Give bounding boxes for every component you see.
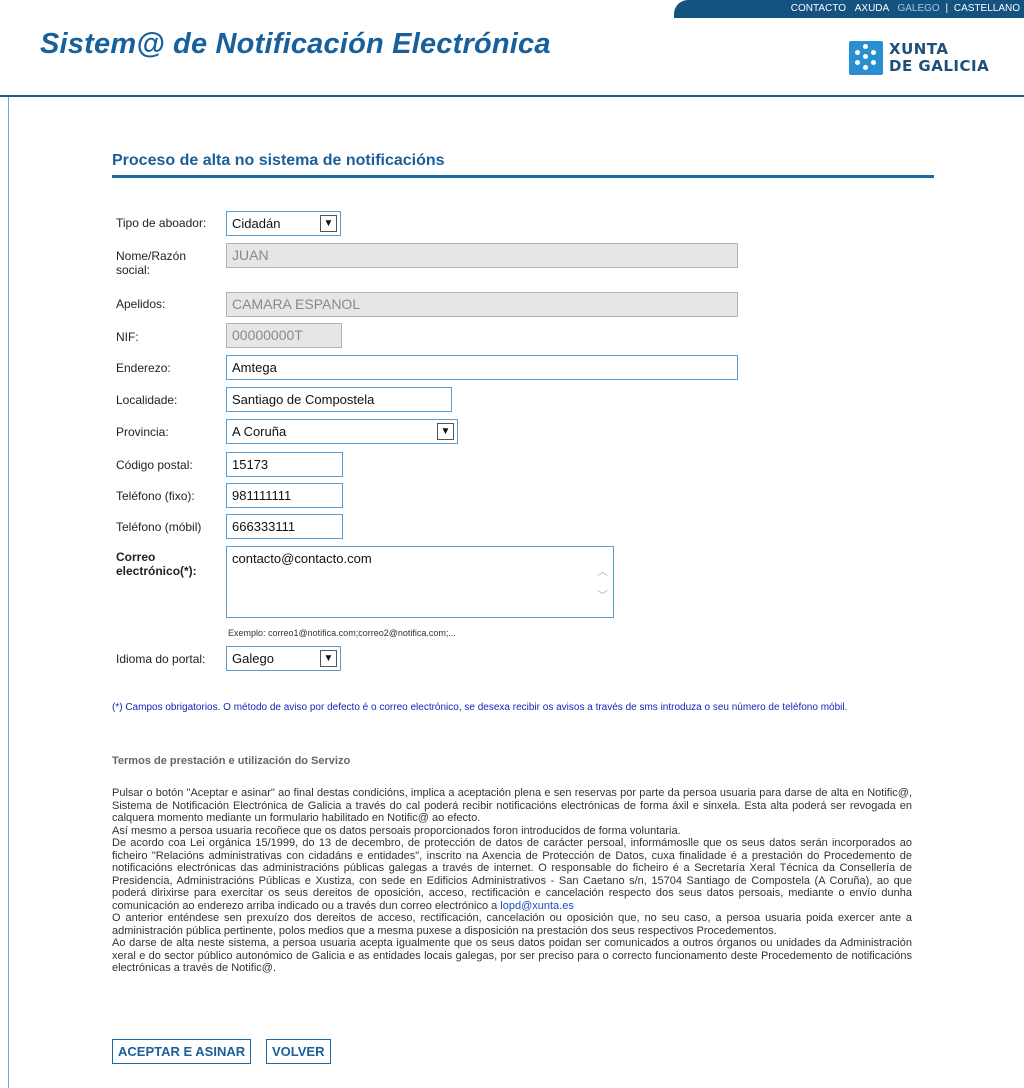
axuda-link[interactable]: AXUDA xyxy=(855,3,889,14)
scroll-up-icon[interactable]: ︿ xyxy=(597,563,608,579)
tipo-label: Tipo de aboador: xyxy=(116,216,207,230)
aceptar-asinar-button[interactable]: ACEPTAR E ASINAR xyxy=(112,1039,252,1064)
terms-text: Pulsar o botón "Aceptar e asinar" ao fin… xyxy=(112,787,912,975)
apelidos-field[interactable]: CAMARA ESPANOL xyxy=(226,292,738,317)
top-nav-bar: CONTACTO AXUDA GALEGO | CASTELLANO xyxy=(674,0,1024,18)
terms-paragraph: Pulsar o botón "Aceptar e asinar" ao fin… xyxy=(112,787,912,824)
terms-paragraph: O anterior enténdese sen prexuízo dos de… xyxy=(112,912,912,937)
correo-hint: Exemplo: correo1@notifica.com;correo2@no… xyxy=(228,628,456,638)
lopd-email-link[interactable]: lopd@xunta.es xyxy=(500,900,574,912)
tipo-aboador-select[interactable]: Cidadán ▼ xyxy=(226,211,341,236)
localidade-label: Localidade: xyxy=(116,393,178,407)
page-header: CONTACTO AXUDA GALEGO | CASTELLANO Siste… xyxy=(0,0,1024,97)
correo-textarea[interactable]: contacto@contacto.com ︿ ﹀ xyxy=(226,546,614,618)
section-title: Proceso de alta no sistema de notificaci… xyxy=(112,152,934,178)
xunta-emblem-icon xyxy=(849,41,883,75)
telefono-fixo-field[interactable]: 981111111 xyxy=(226,483,343,508)
chevron-down-icon: ▼ xyxy=(437,423,454,440)
telefono-fixo-label: Teléfono (fixo): xyxy=(116,489,195,503)
chevron-down-icon: ▼ xyxy=(320,650,337,667)
chevron-down-icon: ▼ xyxy=(320,215,337,232)
idioma-label: Idioma do portal: xyxy=(116,652,206,666)
nome-field[interactable]: JUAN xyxy=(226,243,738,268)
enderezo-field[interactable]: Amtega xyxy=(226,355,738,380)
telefono-mobil-field[interactable]: 666333111 xyxy=(226,514,343,539)
nome-label: Nome/Razón social: xyxy=(116,249,187,277)
volver-button[interactable]: VOLVER xyxy=(266,1039,331,1064)
scroll-down-icon[interactable]: ﹀ xyxy=(597,587,608,603)
correo-label: Correo electrónico(*): xyxy=(116,550,197,578)
terms-title: Termos de prestación e utilización do Se… xyxy=(112,755,351,767)
localidade-field[interactable]: Santiago de Compostela xyxy=(226,387,452,412)
terms-paragraph: Ao darse de alta neste sistema, a persoa… xyxy=(112,937,912,974)
contacto-link[interactable]: CONTACTO xyxy=(791,3,846,14)
nif-field[interactable]: 00000000T xyxy=(226,323,342,348)
left-border xyxy=(8,97,9,1088)
provincia-label: Provincia: xyxy=(116,425,169,439)
xunta-logo-text: XUNTA DE GALICIA xyxy=(889,40,990,75)
terms-paragraph: Así mesmo a persoa usuaria recoñece que … xyxy=(112,824,681,837)
provincia-select[interactable]: A Coruña ▼ xyxy=(226,419,458,444)
codigo-postal-label: Código postal: xyxy=(116,458,193,472)
idioma-select[interactable]: Galego ▼ xyxy=(226,646,341,671)
castellano-link[interactable]: CASTELLANO xyxy=(954,3,1020,14)
required-fields-note: (*) Campos obrigatorios. O método de avi… xyxy=(112,702,848,713)
language-separator: | xyxy=(945,3,949,14)
apelidos-label: Apelidos: xyxy=(116,297,166,311)
enderezo-label: Enderezo: xyxy=(116,361,171,375)
site-title: Sistem@ de Notificación Electrónica xyxy=(40,28,551,60)
terms-paragraph: De acordo coa Lei orgánica 15/1999, do 1… xyxy=(112,837,912,912)
codigo-postal-field[interactable]: 15173 xyxy=(226,452,343,477)
nif-label: NIF: xyxy=(116,330,139,344)
galego-link[interactable]: GALEGO xyxy=(897,3,939,14)
telefono-mobil-label: Teléfono (móbil) xyxy=(116,520,202,534)
xunta-logo[interactable]: XUNTA DE GALICIA xyxy=(849,41,1009,85)
